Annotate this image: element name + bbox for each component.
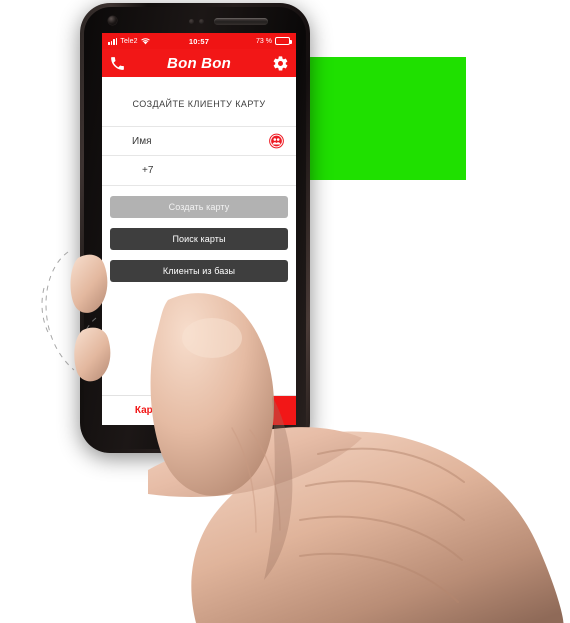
app-title: Bon Bon	[167, 54, 231, 72]
gear-icon[interactable]	[272, 55, 289, 72]
smartphone-device: Tele2 10:57 73 % Bon Bon СОЗДАЙТЕ КЛИЕНТ…	[80, 3, 310, 453]
proximity-sensor-icon	[189, 19, 194, 24]
phone-screen: Tele2 10:57 73 % Bon Bon СОЗДАЙТЕ КЛИЕНТ…	[102, 33, 296, 425]
app-nav-bar: Bon Bon	[102, 49, 296, 77]
phone-inner-bezel: Tele2 10:57 73 % Bon Bon СОЗДАЙТЕ КЛИЕНТ…	[84, 7, 306, 450]
contacts-icon[interactable]	[269, 133, 284, 149]
phone-handset-icon[interactable]	[109, 55, 126, 72]
light-sensor-icon	[199, 19, 204, 24]
phone-field-value: +7	[142, 165, 154, 176]
bottom-notch	[182, 445, 208, 450]
clients-from-base-button[interactable]: Клиенты из базы	[110, 260, 288, 282]
phone-field[interactable]: +7	[102, 156, 296, 186]
status-bar: Tele2 10:57 73 %	[102, 33, 296, 49]
page-title: СОЗДАЙТЕ КЛИЕНТУ КАРТУ	[132, 99, 266, 109]
name-field-value: Имя	[132, 135, 152, 147]
palm	[191, 431, 570, 623]
name-field[interactable]: Имя	[102, 126, 296, 156]
main-content: СОЗДАЙТЕ КЛИЕНТУ КАРТУ Имя +7 Создать ка…	[102, 77, 296, 282]
action-buttons: Создать карту Поиск карты Клиенты из баз…	[102, 186, 296, 282]
phone-top-bezel	[84, 7, 306, 33]
search-card-button[interactable]: Поиск карты	[110, 228, 288, 250]
status-bar-time: 10:57	[188, 36, 210, 46]
screenshot-root: Tele2 10:57 73 % Bon Bon СОЗДАЙТЕ КЛИЕНТ…	[0, 0, 570, 623]
phone-bottom-bezel	[84, 416, 306, 450]
create-card-button[interactable]: Создать карту	[110, 196, 288, 218]
front-camera-icon	[108, 16, 117, 25]
battery-icon	[275, 37, 292, 45]
bottom-speaker	[165, 424, 225, 433]
earpiece-speaker	[214, 18, 268, 25]
green-rectangle	[307, 57, 466, 180]
